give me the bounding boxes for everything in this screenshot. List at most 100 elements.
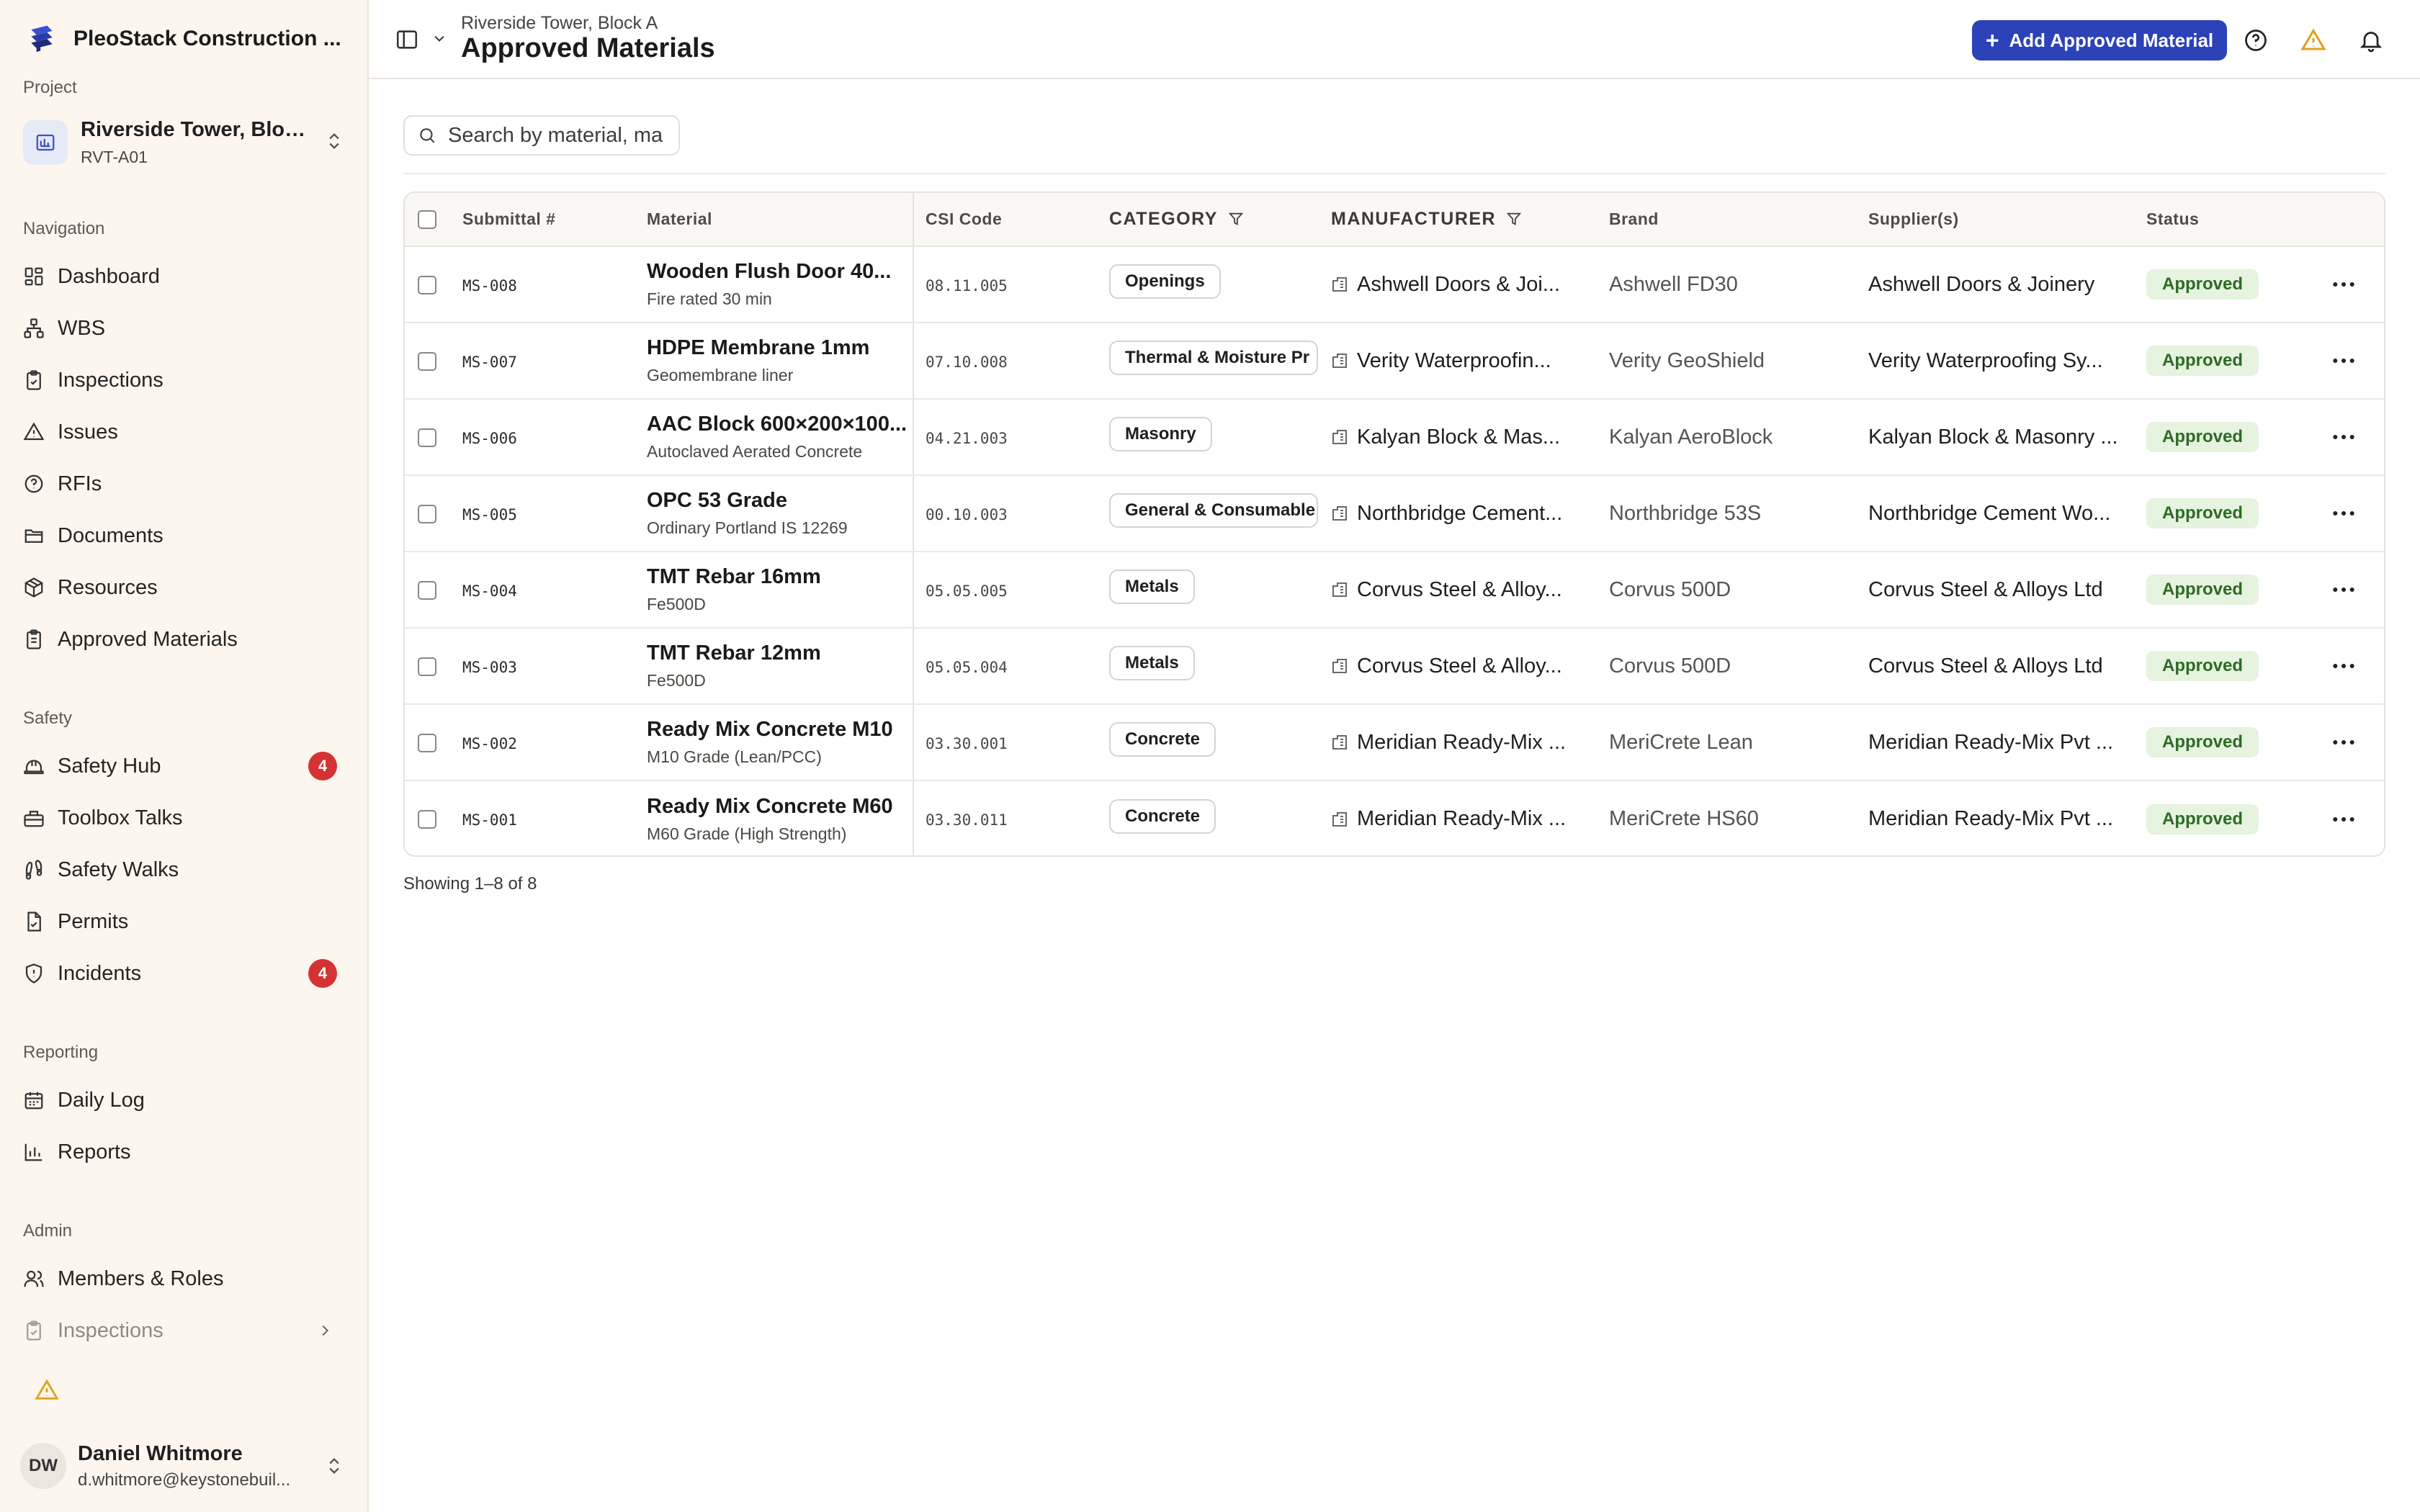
row-checkbox[interactable] xyxy=(418,580,436,600)
file-check-icon xyxy=(27,912,41,932)
sidebar-item-safety-hub[interactable]: Safety Hub 4 xyxy=(23,746,354,786)
manufacturer-cell[interactable]: Verity Waterproofin... xyxy=(1331,349,1597,373)
table-row[interactable]: MS-008 Wooden Flush Door 40... Fire rate… xyxy=(405,246,2384,323)
chevron-down-icon[interactable] xyxy=(432,33,447,45)
more-actions-icon[interactable] xyxy=(2329,423,2358,451)
table-row[interactable]: MS-005 OPC 53 Grade Ordinary Portland IS… xyxy=(405,475,2384,552)
csi-code: 04.21.003 xyxy=(926,429,1008,447)
more-actions-icon[interactable] xyxy=(2329,499,2358,528)
sidebar-item-reports[interactable]: Reports xyxy=(23,1132,354,1172)
avatar: DW xyxy=(20,1443,66,1489)
help-icon[interactable] xyxy=(2243,27,2269,53)
manufacturer-cell[interactable]: Meridian Ready-Mix ... xyxy=(1331,731,1597,755)
manufacturer-cell[interactable]: Kalyan Block & Mas... xyxy=(1331,426,1597,449)
sidebar-item-approved-materials[interactable]: Approved Materials xyxy=(23,619,354,660)
row-checkbox[interactable] xyxy=(418,810,436,829)
column-header-submittal[interactable]: Submittal # xyxy=(451,193,635,247)
sidebar-item-issues[interactable]: Issues xyxy=(23,412,354,452)
bell-icon[interactable] xyxy=(2358,27,2384,53)
column-header-manufacturer[interactable]: MANUFACTURER xyxy=(1319,193,1597,247)
sidebar-item-label: RFIs xyxy=(58,472,102,495)
chevron-updown-icon xyxy=(329,1458,339,1474)
table-row[interactable]: MS-004 TMT Rebar 16mm Fe500D 05.05.005 M… xyxy=(405,552,2384,629)
column-header-brand[interactable]: Brand xyxy=(1597,193,1857,247)
csi-code: 05.05.005 xyxy=(926,582,1008,600)
column-header-suppliers[interactable]: Supplier(s) xyxy=(1857,193,2135,247)
status-badge: Approved xyxy=(2146,804,2259,834)
table-row[interactable]: MS-002 Ready Mix Concrete M10 M10 Grade … xyxy=(405,704,2384,781)
notification-badge: 4 xyxy=(308,959,337,988)
supplier-name: Corvus Steel & Alloys Ltd xyxy=(1857,552,2135,629)
reporting-section-label: Reporting xyxy=(23,1043,99,1062)
search-input[interactable] xyxy=(448,123,664,148)
sidebar-item-safety-walks[interactable]: Safety Walks xyxy=(23,850,354,890)
sidebar-item-resources[interactable]: Resources xyxy=(23,567,354,608)
question-icon xyxy=(24,474,43,493)
add-approved-material-button[interactable]: + Add Approved Material xyxy=(1972,20,2227,60)
project-switcher[interactable]: Riverside Tower, Bloc... RVT-A01 xyxy=(23,114,347,171)
sidebar-item-documents[interactable]: Documents xyxy=(23,516,354,556)
user-menu[interactable]: DW Daniel Whitmore d.whitmore@keystonebu… xyxy=(20,1437,351,1495)
column-header-material[interactable]: Material xyxy=(635,193,914,247)
material-name[interactable]: AAC Block 600×200×100... xyxy=(647,413,912,436)
sidebar-item-toolbox-talks[interactable]: Toolbox Talks xyxy=(23,798,354,838)
manufacturer-cell[interactable]: Meridian Ready-Mix ... xyxy=(1331,807,1597,831)
row-checkbox[interactable] xyxy=(418,428,436,447)
sidebar-item-dashboard[interactable]: Dashboard xyxy=(23,256,354,297)
column-header-csi[interactable]: CSI Code xyxy=(913,193,1098,247)
chevron-updown-icon xyxy=(329,133,339,149)
table-row[interactable]: MS-001 Ready Mix Concrete M60 M60 Grade … xyxy=(405,780,2384,855)
sidebar-item-members-roles[interactable]: Members & Roles xyxy=(23,1259,354,1299)
sidebar-item-incidents[interactable]: Incidents 4 xyxy=(23,953,354,994)
material-name[interactable]: TMT Rebar 16mm xyxy=(647,565,912,589)
material-name[interactable]: Ready Mix Concrete M10 xyxy=(647,718,912,742)
manufacturer-cell[interactable]: Corvus Steel & Alloy... xyxy=(1331,578,1597,602)
sidebar-item-inspections[interactable]: Inspections xyxy=(23,360,354,400)
filter-icon[interactable] xyxy=(1506,211,1522,227)
sidebar-item-wbs[interactable]: WBS xyxy=(23,308,354,348)
warning-icon[interactable] xyxy=(35,1378,59,1403)
sidebar-item-admin-inspections[interactable]: Inspections xyxy=(23,1310,354,1351)
csi-code: 07.10.008 xyxy=(926,353,1008,371)
sidebar-item-label: WBS xyxy=(58,316,106,340)
shield-icon xyxy=(25,963,42,984)
manufacturer-cell[interactable]: Corvus Steel & Alloy... xyxy=(1331,654,1597,678)
manufacturer-cell[interactable]: Northbridge Cement... xyxy=(1331,502,1597,526)
table-row[interactable]: MS-007 HDPE Membrane 1mm Geomembrane lin… xyxy=(405,323,2384,400)
row-checkbox[interactable] xyxy=(418,351,436,371)
sidebar-item-label: Reports xyxy=(58,1140,131,1164)
warning-icon[interactable] xyxy=(2300,27,2326,53)
calendar-icon xyxy=(24,1092,43,1110)
filter-icon[interactable] xyxy=(1228,211,1244,227)
sidebar-item-rfis[interactable]: RFIs xyxy=(23,464,354,504)
row-checkbox[interactable] xyxy=(418,733,436,752)
table-row[interactable]: MS-003 TMT Rebar 12mm Fe500D 05.05.004 M… xyxy=(405,628,2384,705)
more-actions-icon[interactable] xyxy=(2329,728,2358,757)
sidebar-item-permits[interactable]: Permits xyxy=(23,901,354,942)
more-actions-icon[interactable] xyxy=(2329,575,2358,604)
material-name[interactable]: OPC 53 Grade xyxy=(647,489,912,513)
material-name[interactable]: TMT Rebar 12mm xyxy=(647,642,912,665)
material-name[interactable]: Wooden Flush Door 40... xyxy=(647,260,912,284)
page-title: Approved Materials xyxy=(461,33,715,63)
table-row[interactable]: MS-006 AAC Block 600×200×100... Autoclav… xyxy=(405,399,2384,476)
material-name[interactable]: Ready Mix Concrete M60 xyxy=(647,795,912,819)
material-name[interactable]: HDPE Membrane 1mm xyxy=(647,336,912,360)
column-header-category[interactable]: CATEGORY xyxy=(1098,193,1319,247)
sidebar-item-daily-log[interactable]: Daily Log xyxy=(23,1080,354,1120)
breadcrumb[interactable]: Riverside Tower, Block A xyxy=(461,13,658,34)
select-all-checkbox[interactable] xyxy=(418,210,436,230)
manufacturer-cell[interactable]: Ashwell Doors & Joi... xyxy=(1331,273,1597,297)
more-actions-icon[interactable] xyxy=(2329,805,2358,834)
row-checkbox[interactable] xyxy=(418,275,436,294)
sidebar-toggle-icon[interactable] xyxy=(395,27,419,52)
app-brand[interactable]: PleoStack Construction ... xyxy=(26,22,341,56)
more-actions-icon[interactable] xyxy=(2329,346,2358,375)
row-checkbox[interactable] xyxy=(418,657,436,676)
column-header-status[interactable]: Status xyxy=(2135,193,2303,247)
row-checkbox[interactable] xyxy=(418,504,436,523)
more-actions-icon[interactable] xyxy=(2329,270,2358,299)
add-approved-material-label: Add Approved Material xyxy=(2009,29,2214,51)
search-box[interactable] xyxy=(403,115,680,156)
more-actions-icon[interactable] xyxy=(2329,652,2358,680)
